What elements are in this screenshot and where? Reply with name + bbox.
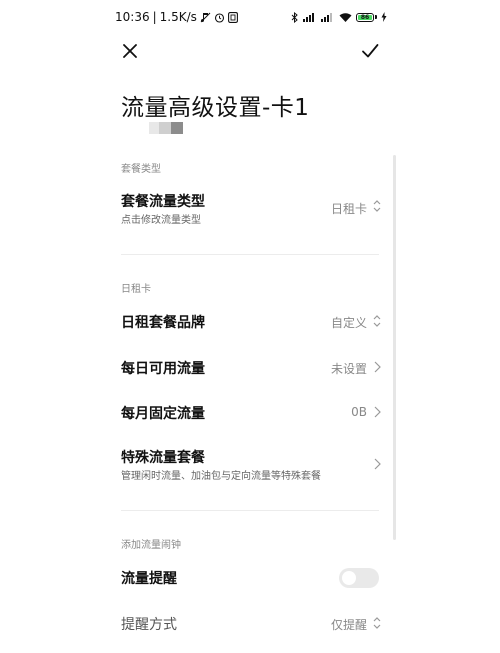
section-header-plan-type: 套餐类型 <box>121 164 161 175</box>
chevron-right-icon <box>371 405 383 419</box>
row-monthly-fixed[interactable]: 每月固定流量 0B <box>103 397 397 429</box>
battery-level: 86 <box>358 14 372 21</box>
status-speed: 1.5K/s <box>159 10 197 24</box>
row-title: 流量提醒 <box>121 571 177 587</box>
screen: 10:36 | 1.5K/s 86 流量高级设置-卡1 套餐类型 套餐流量类型 … <box>0 0 500 653</box>
row-subtitle: 点击修改流量类型 <box>121 215 201 226</box>
row-value: 日租卡 <box>330 202 367 216</box>
status-time: 10:36 <box>115 10 150 24</box>
row-value: 0B <box>351 405 367 419</box>
flow-reminder-toggle[interactable] <box>339 568 379 588</box>
status-left: 10:36 | 1.5K/s <box>115 10 238 24</box>
row-title: 套餐流量类型 <box>121 194 205 210</box>
row-title: 提醒方式 <box>121 617 177 633</box>
updown-chevron-icon <box>371 616 383 630</box>
phone-screen: 10:36 | 1.5K/s 86 流量高级设置-卡1 套餐类型 套餐流量类型 … <box>103 0 397 653</box>
no-music-icon <box>200 12 211 23</box>
row-reminder-method[interactable]: 提醒方式 仅提醒 <box>103 608 397 640</box>
page-title: 流量高级设置-卡1 <box>121 95 310 121</box>
section-header-daily-card: 日租卡 <box>121 284 151 295</box>
close-button[interactable] <box>119 40 141 62</box>
check-icon <box>362 44 379 58</box>
chevron-right-icon <box>371 457 383 471</box>
divider <box>121 510 379 511</box>
status-separator: | <box>152 10 157 24</box>
section-header-flow-alarm: 添加流量闹钟 <box>121 540 181 551</box>
row-value: 仅提醒 <box>330 618 367 632</box>
row-value: 未设置 <box>330 362 367 376</box>
nfc-icon <box>227 11 238 23</box>
row-title: 日租套餐品牌 <box>121 315 205 331</box>
row-daily-available[interactable]: 每日可用流量 未设置 <box>103 352 397 384</box>
updown-chevron-icon <box>371 199 383 213</box>
signal-icon-sim2 <box>321 12 335 22</box>
confirm-button[interactable] <box>359 40 381 62</box>
signal-icon-sim1 <box>303 12 317 22</box>
row-value: 自定义 <box>330 316 367 330</box>
bluetooth-icon <box>291 11 299 23</box>
alarm-icon <box>214 12 225 23</box>
status-right: 86 <box>291 11 387 23</box>
row-title: 每月固定流量 <box>121 406 205 422</box>
close-icon <box>123 44 137 58</box>
toggle-knob <box>342 571 356 585</box>
battery-icon: 86 <box>356 12 377 22</box>
charging-icon <box>381 12 387 22</box>
wifi-icon <box>339 12 352 22</box>
row-daily-brand[interactable]: 日租套餐品牌 自定义 <box>103 306 397 338</box>
row-special-plan[interactable]: 特殊流量套餐 管理闲时流量、加油包与定向流量等特殊套餐 <box>103 444 397 486</box>
row-plan-flow-type[interactable]: 套餐流量类型 点击修改流量类型 日租卡 <box>103 188 397 232</box>
row-title: 每日可用流量 <box>121 361 205 377</box>
chevron-right-icon <box>371 360 383 374</box>
updown-chevron-icon <box>371 314 383 328</box>
divider <box>121 254 379 255</box>
row-flow-reminder[interactable]: 流量提醒 <box>103 562 397 594</box>
status-bar: 10:36 | 1.5K/s 86 <box>103 0 397 34</box>
masked-phone-number <box>149 122 183 134</box>
top-bar <box>103 34 397 68</box>
row-title: 特殊流量套餐 <box>121 450 205 466</box>
row-subtitle: 管理闲时流量、加油包与定向流量等特殊套餐 <box>121 471 321 482</box>
